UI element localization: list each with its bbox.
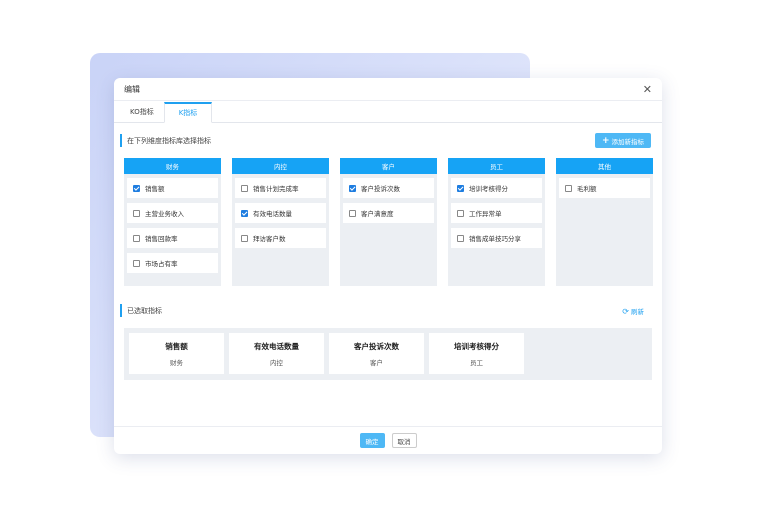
category-column: 其他毛利额 [556, 158, 653, 286]
category-header: 其他 [556, 158, 653, 174]
selected-metric-category: 客户 [370, 358, 383, 367]
metric-option[interactable]: 客户满意度 [343, 203, 434, 223]
category-item-list: 销售计划完成率 有效电话数量 拜访客户数 [232, 174, 329, 248]
selected-metric-category: 财务 [170, 358, 183, 367]
metric-option-label: 客户满意度 [361, 210, 394, 218]
metric-option-label: 有效电话数量 [253, 210, 292, 218]
checkbox-unchecked[interactable] [133, 209, 140, 217]
category-header: 财务 [124, 158, 221, 174]
pick-section-label: 在下列维度指标库选择指标 [127, 136, 211, 145]
checkbox-unchecked[interactable] [133, 234, 140, 242]
selected-metric-name: 客户投诉次数 [354, 341, 399, 351]
category-item-list: 销售额主营业务收入 销售回款率市场占有率 [124, 174, 221, 273]
checkbox-unchecked[interactable] [565, 184, 572, 192]
metric-option[interactable]: 销售回款率 [127, 228, 218, 248]
tab-ko-metrics[interactable]: KO指标 [120, 101, 164, 122]
metric-option[interactable]: 拜访客户数 [235, 228, 326, 248]
close-icon[interactable]: ✕ [643, 84, 652, 95]
dialog-titlebar: 编辑 ✕ [114, 78, 662, 101]
selected-metric-name: 有效电话数量 [254, 341, 299, 351]
refresh-button[interactable]: ⟳ 刷新 [622, 306, 644, 317]
metric-option[interactable]: 培训考核得分 [451, 178, 542, 198]
metric-option[interactable]: 有效电话数量 [235, 203, 326, 223]
checkbox-unchecked[interactable] [133, 259, 140, 267]
selected-metrics-area: 销售额 财务 有效电话数量 内控 客户投诉次数 客户 培训考核得分 员工 [124, 328, 652, 380]
selected-section-header: 已选取指标 [120, 304, 162, 317]
metric-option-label: 销售回款率 [145, 235, 178, 243]
tab-k-metrics[interactable]: K指标 [163, 102, 213, 123]
category-item-list: 毛利额 [556, 174, 653, 198]
metric-option[interactable]: 工作异常单 [451, 203, 542, 223]
category-column: 内控 销售计划完成率 有效电话数量 拜访客户数 [232, 158, 329, 286]
selected-metric-name: 销售额 [165, 341, 188, 351]
section-marker [120, 134, 122, 147]
cancel-button[interactable]: 取消 [391, 433, 417, 448]
category-header: 内控 [232, 158, 329, 174]
metric-option-label: 客户投诉次数 [361, 185, 400, 193]
metric-option[interactable]: 市场占有率 [127, 253, 218, 273]
metric-option-label: 培训考核得分 [469, 185, 508, 193]
category-item-list: 培训考核得分 工作异常单销售成单技巧分享 [448, 174, 545, 248]
metric-option[interactable]: 主营业务收入 [127, 203, 218, 223]
metric-option[interactable]: 销售计划完成率 [235, 178, 326, 198]
selected-metric-category: 内控 [270, 358, 283, 367]
category-column: 财务销售额主营业务收入 销售回款率市场占有率 [124, 158, 221, 286]
add-metric-label: 添加新指标 [611, 137, 645, 146]
checkbox-checked[interactable] [133, 184, 140, 192]
refresh-icon: ⟳ [622, 306, 629, 316]
selected-section-label: 已选取指标 [127, 306, 162, 315]
checkbox-unchecked[interactable] [241, 184, 248, 192]
metric-option-label: 销售成单技巧分享 [469, 235, 521, 243]
metric-option-label: 工作异常单 [469, 210, 502, 218]
category-column: 客户 客户投诉次数 客户满意度 [340, 158, 437, 286]
selected-metric-card[interactable]: 销售额 财务 [129, 333, 224, 374]
checkbox-checked[interactable] [349, 184, 356, 192]
selected-metric-card[interactable]: 客户投诉次数 客户 [329, 333, 424, 374]
metric-option-label: 销售额 [145, 185, 165, 193]
selected-metric-name: 培训考核得分 [454, 341, 499, 351]
metric-option-label: 市场占有率 [145, 260, 178, 268]
metric-option-label: 主营业务收入 [145, 210, 184, 218]
confirm-button[interactable]: 确定 [359, 433, 385, 448]
metric-option-label: 毛利额 [577, 185, 597, 193]
metric-option[interactable]: 毛利额 [559, 178, 650, 198]
plus-icon: + [601, 135, 610, 146]
edit-dialog: 编辑 ✕ KO指标 K指标 在下列维度指标库选择指标 + 添加新指标 财务 销售额… [114, 78, 662, 454]
metric-option-label: 销售计划完成率 [253, 185, 299, 193]
add-metric-button[interactable]: + 添加新指标 [594, 133, 651, 148]
pick-section-header: 在下列维度指标库选择指标 [120, 134, 211, 147]
metric-option-label: 拜访客户数 [253, 235, 286, 243]
checkbox-unchecked[interactable] [457, 234, 464, 242]
checkbox-unchecked[interactable] [457, 209, 464, 217]
selected-metric-card[interactable]: 有效电话数量 内控 [229, 333, 324, 374]
section-marker [120, 304, 122, 317]
category-item-list: 客户投诉次数 客户满意度 [340, 174, 437, 223]
dialog-title: 编辑 [124, 84, 140, 94]
checkbox-unchecked[interactable] [349, 209, 356, 217]
category-header: 客户 [340, 158, 437, 174]
checkbox-checked[interactable] [241, 209, 248, 217]
category-column: 员工培训考核得分 工作异常单销售成单技巧分享 [448, 158, 545, 286]
category-header: 员工 [448, 158, 545, 174]
selected-metric-card[interactable]: 培训考核得分 员工 [429, 333, 524, 374]
category-columns: 财务 销售额 主营业务收入 销售回款率 市场占有率 内控 销售计划完成率 有效电话数量 拜访客户… [124, 158, 653, 286]
checkbox-unchecked[interactable] [241, 234, 248, 242]
metric-option[interactable]: 客户投诉次数 [343, 178, 434, 198]
tab-bar: KO指标 K指标 [114, 101, 662, 123]
metric-option[interactable]: 销售成单技巧分享 [451, 228, 542, 248]
checkbox-checked[interactable] [457, 184, 464, 192]
metric-option[interactable]: 销售额 [127, 178, 218, 198]
dialog-footer: 确定 取消 [114, 426, 662, 454]
refresh-label: 刷新 [631, 308, 644, 316]
selected-metric-category: 员工 [470, 358, 483, 367]
